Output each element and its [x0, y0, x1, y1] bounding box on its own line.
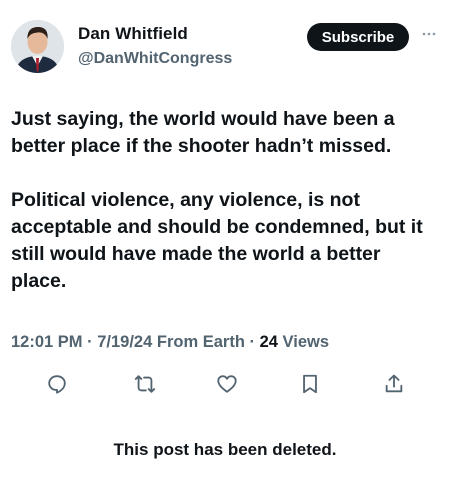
subscribe-button[interactable]: Subscribe	[307, 23, 409, 51]
post-meta: 12:01 PM · 7/19/24 From Earth · 24 Views	[11, 333, 329, 352]
more-options-icon[interactable]	[419, 24, 439, 44]
post-paragraph: Political violence, any violence, is not…	[11, 189, 423, 292]
like-icon	[217, 375, 237, 393]
like-button[interactable]	[215, 372, 239, 396]
action-bar	[0, 372, 450, 396]
views-label: Views	[282, 333, 330, 351]
post-card: Dan Whitfield @DanWhitCongress Subscribe…	[0, 0, 450, 500]
author-name[interactable]: Dan Whitfield	[78, 24, 188, 44]
bookmark-button[interactable]	[298, 372, 322, 396]
reply-icon	[48, 375, 66, 394]
post-source: From Earth	[156, 333, 245, 351]
post-text: Just saying, the world would have been a…	[11, 106, 441, 322]
views-count: 24	[259, 333, 278, 351]
meta-separator: ·	[249, 333, 260, 351]
avatar[interactable]	[11, 20, 64, 73]
repost-icon	[134, 375, 156, 393]
author-handle[interactable]: @DanWhitCongress	[78, 50, 232, 68]
share-button[interactable]	[382, 372, 406, 396]
post-time[interactable]: 12:01 PM	[11, 333, 83, 351]
deleted-notice: This post has been deleted.	[113, 440, 337, 459]
meta-separator: ·	[87, 333, 98, 351]
post-paragraph: Just saying, the world would have been a…	[11, 108, 395, 157]
reply-button[interactable]	[45, 372, 69, 396]
repost-button[interactable]	[133, 372, 157, 396]
post-date[interactable]: 7/19/24	[97, 333, 152, 351]
bookmark-icon	[303, 374, 317, 394]
share-icon	[385, 374, 403, 393]
